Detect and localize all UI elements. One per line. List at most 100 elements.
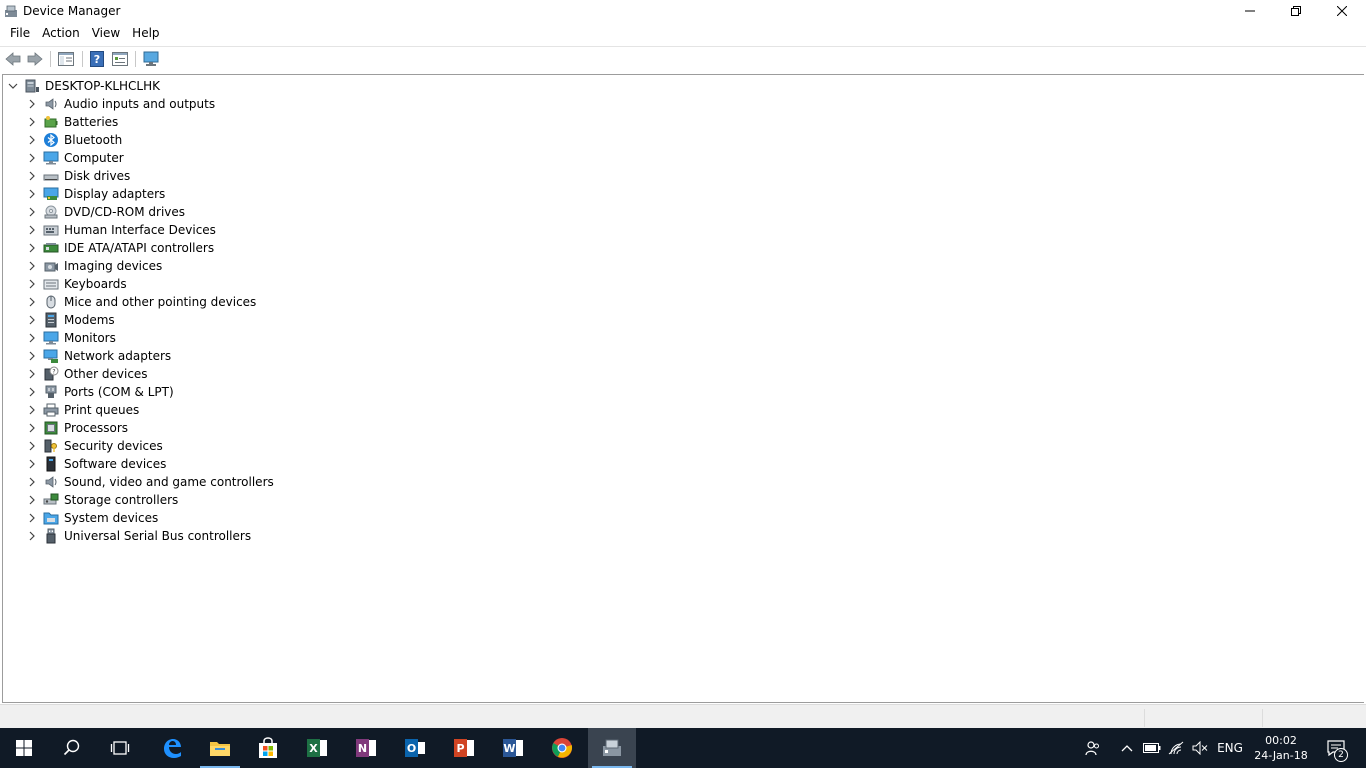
tree-item[interactable]: Ports (COM & LPT) <box>27 383 174 401</box>
collapse-arrow-icon[interactable] <box>8 77 18 95</box>
show-hide-console-tree-button[interactable] <box>56 50 76 68</box>
taskbar-excel[interactable]: X <box>293 728 341 768</box>
tree-item[interactable]: Print queues <box>27 401 139 419</box>
search-button[interactable] <box>48 728 96 768</box>
expand-arrow-icon[interactable] <box>27 131 37 149</box>
taskbar-chrome[interactable] <box>538 728 586 768</box>
svg-text:?: ? <box>52 369 55 376</box>
expand-arrow-icon[interactable] <box>27 293 37 311</box>
expand-arrow-icon[interactable] <box>27 437 37 455</box>
svg-text:O: O <box>407 742 416 755</box>
tree-item[interactable]: Security devices <box>27 437 163 455</box>
forward-button[interactable] <box>25 50 45 68</box>
tree-item[interactable]: Monitors <box>27 329 116 347</box>
tree-item[interactable]: Storage controllers <box>27 491 178 509</box>
tree-item[interactable]: System devices <box>27 509 158 527</box>
tree-item[interactable]: Bluetooth <box>27 131 122 149</box>
expand-arrow-icon[interactable] <box>27 311 37 329</box>
tree-item-label: Keyboards <box>64 277 127 291</box>
tree-item[interactable]: DVD/CD-ROM drives <box>27 203 185 221</box>
start-button[interactable] <box>0 728 48 768</box>
expand-arrow-icon[interactable] <box>27 509 37 527</box>
input-language[interactable]: ENG <box>1212 728 1248 768</box>
status-pane-divider <box>1144 709 1145 727</box>
tree-item[interactable]: Software devices <box>27 455 166 473</box>
tree-item[interactable]: Batteries <box>27 113 118 131</box>
minimize-button[interactable] <box>1227 0 1273 22</box>
tree-item[interactable]: Processors <box>27 419 128 437</box>
taskbar-file-explorer[interactable] <box>196 728 244 768</box>
expand-arrow-icon[interactable] <box>27 455 37 473</box>
tree-item[interactable]: Network adapters <box>27 347 171 365</box>
expand-arrow-icon[interactable] <box>27 167 37 185</box>
battery-button[interactable] <box>1140 728 1164 768</box>
expand-arrow-icon[interactable] <box>27 401 37 419</box>
tree-item[interactable]: Display adapters <box>27 185 165 203</box>
tree-item[interactable]: IDE ATA/ATAPI controllers <box>27 239 214 257</box>
tree-item[interactable]: Disk drives <box>27 167 130 185</box>
network-button[interactable] <box>1164 728 1188 768</box>
volume-button[interactable] <box>1188 728 1212 768</box>
back-button[interactable] <box>3 50 23 68</box>
tree-item[interactable]: Computer <box>27 149 124 167</box>
task-view-icon <box>110 741 130 755</box>
expand-arrow-icon[interactable] <box>27 113 37 131</box>
close-button[interactable] <box>1319 0 1365 22</box>
expand-arrow-icon[interactable] <box>27 275 37 293</box>
expand-arrow-icon[interactable] <box>27 149 37 167</box>
taskbar-device-manager[interactable] <box>588 728 636 768</box>
taskbar-store[interactable] <box>244 728 292 768</box>
people-icon <box>1085 741 1099 756</box>
speaker-icon <box>43 96 59 112</box>
taskbar-powerpoint[interactable]: P <box>440 728 488 768</box>
expand-arrow-icon[interactable] <box>27 347 37 365</box>
action-center-button[interactable] <box>1318 728 1354 768</box>
clock[interactable]: 00:02 24-Jan-18 <box>1250 728 1312 768</box>
restore-button[interactable] <box>1273 0 1319 22</box>
menu-action[interactable]: Action <box>36 23 86 44</box>
expand-arrow-icon[interactable] <box>27 491 37 509</box>
tree-item-label: Sound, video and game controllers <box>64 475 274 489</box>
menu-help[interactable]: Help <box>126 23 165 44</box>
taskbar-word[interactable]: W <box>489 728 537 768</box>
display-adapter-icon <box>43 186 59 202</box>
expand-arrow-icon[interactable] <box>27 419 37 437</box>
expand-arrow-icon[interactable] <box>27 329 37 347</box>
help-button[interactable]: ? <box>87 50 107 68</box>
taskbar-outlook[interactable]: O <box>391 728 439 768</box>
tree-item[interactable]: Modems <box>27 311 115 329</box>
menu-view[interactable]: View <box>86 23 126 44</box>
tree-item[interactable]: Human Interface Devices <box>27 221 216 239</box>
show-hidden-icons-button[interactable] <box>1116 728 1138 768</box>
expand-arrow-icon[interactable] <box>27 257 37 275</box>
taskbar-onenote[interactable]: N <box>342 728 390 768</box>
device-manager-icon <box>4 4 18 18</box>
expand-arrow-icon[interactable] <box>27 473 37 491</box>
tree-item[interactable]: Mice and other pointing devices <box>27 293 256 311</box>
expand-arrow-icon[interactable] <box>27 383 37 401</box>
scan-hardware-changes-button[interactable] <box>141 50 161 68</box>
storage-controller-icon <box>43 492 59 508</box>
close-icon <box>1337 6 1347 16</box>
tree-item[interactable]: Universal Serial Bus controllers <box>27 527 251 545</box>
expand-arrow-icon[interactable] <box>27 527 37 545</box>
expand-arrow-icon[interactable] <box>27 185 37 203</box>
expand-arrow-icon[interactable] <box>27 365 37 383</box>
tree-item[interactable]: ? Other devices <box>27 365 148 383</box>
properties-button[interactable] <box>110 50 130 68</box>
tree-item[interactable]: Audio inputs and outputs <box>27 95 215 113</box>
expand-arrow-icon[interactable] <box>27 203 37 221</box>
tree-item-label: Batteries <box>64 115 119 129</box>
expand-arrow-icon[interactable] <box>27 239 37 257</box>
task-view-button[interactable] <box>96 728 144 768</box>
tree-item[interactable]: Keyboards <box>27 275 127 293</box>
taskbar-edge[interactable] <box>148 728 196 768</box>
tree-root[interactable]: DESKTOP-KLHCLHK <box>8 77 160 95</box>
camera-icon <box>43 258 59 274</box>
people-button[interactable] <box>1080 728 1106 768</box>
tree-item[interactable]: Sound, video and game controllers <box>27 473 274 491</box>
menu-file[interactable]: File <box>4 23 36 44</box>
tree-item[interactable]: Imaging devices <box>27 257 162 275</box>
expand-arrow-icon[interactable] <box>27 95 37 113</box>
expand-arrow-icon[interactable] <box>27 221 37 239</box>
